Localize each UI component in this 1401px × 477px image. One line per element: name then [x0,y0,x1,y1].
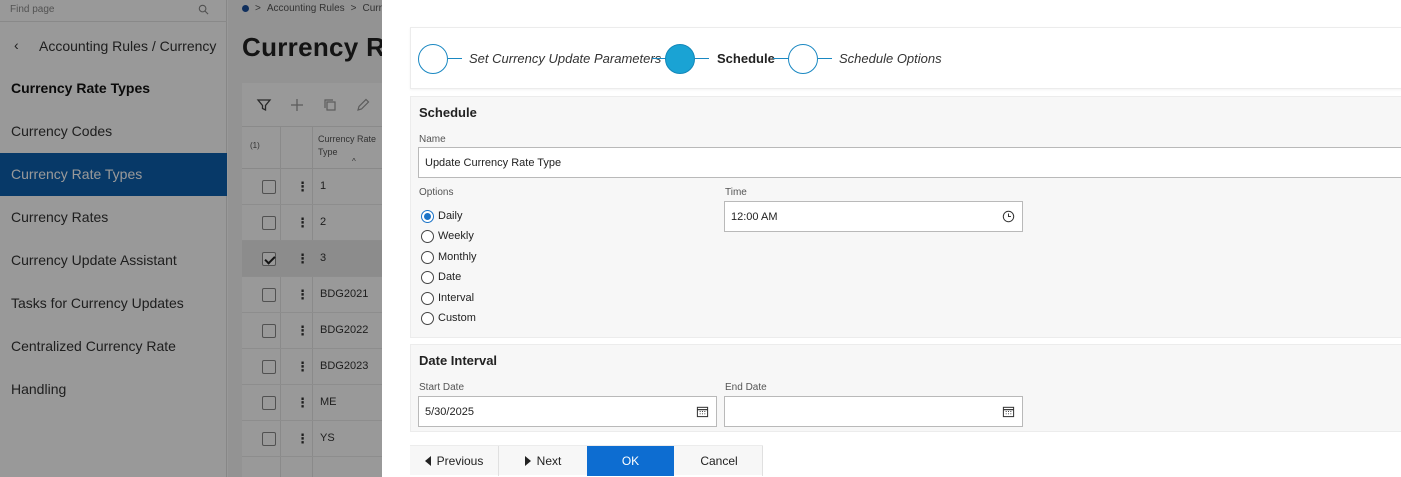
name-input[interactable] [419,148,1401,177]
name-label: Name [419,134,446,145]
time-label: Time [725,187,747,198]
options-label: Options [419,187,454,198]
ok-button[interactable]: OK [587,446,674,476]
next-label: Next [536,454,562,468]
radio-custom[interactable]: Custom [421,310,476,326]
cancel-button[interactable]: Cancel [675,446,763,476]
time-field[interactable] [724,201,1023,232]
end-date-label: End Date [725,382,767,393]
name-field[interactable] [418,147,1401,178]
radio-label: Daily [438,210,463,222]
schedule-section: Schedule Name Options Daily Weekly Month… [410,96,1401,338]
step-connector [695,58,709,59]
radio-label: Interval [438,292,475,304]
step-connector [818,58,832,59]
radio-date[interactable]: Date [421,269,461,285]
button-divider [762,446,763,476]
start-date-label: Start Date [419,382,465,393]
step-circle-set-parameters[interactable] [418,44,448,74]
schedule-dialog: Set Currency Update Parameters Schedule … [382,0,1401,477]
radio-label: Date [438,271,462,283]
calendar-icon[interactable] [1002,405,1015,418]
end-date-field[interactable] [724,396,1023,427]
date-interval-section: Date Interval Start Date End Date [410,344,1401,432]
step-connector [773,58,789,59]
previous-label: Previous [436,454,484,468]
calendar-icon[interactable] [696,405,709,418]
step-label-set-parameters[interactable]: Set Currency Update Parameters [469,51,661,66]
radio-interval[interactable]: Interval [421,290,474,306]
start-date-input[interactable] [419,397,716,426]
radio-daily[interactable]: Daily [421,208,462,224]
radio-button[interactable] [421,311,434,325]
section-title-date-interval: Date Interval [419,353,498,368]
modal-backdrop[interactable] [0,0,382,477]
step-label-schedule-options[interactable]: Schedule Options [839,51,942,66]
radio-button[interactable] [421,250,434,264]
step-circle-schedule-options[interactable] [788,44,818,74]
previous-button[interactable]: Previous [410,446,498,476]
radio-label: Monthly [438,251,477,263]
radio-button[interactable] [421,270,434,284]
step-connector [448,58,462,59]
end-date-input[interactable] [725,397,1022,426]
dialog-footer: Previous Next OK Cancel [410,445,763,476]
radio-button-selected[interactable] [421,209,434,223]
radio-button[interactable] [421,291,434,305]
clock-icon[interactable] [1002,210,1015,223]
radio-label: Weekly [438,230,474,242]
step-circle-schedule[interactable] [665,44,695,74]
time-input[interactable] [725,202,1022,231]
radio-button[interactable] [421,229,434,243]
step-connector [652,58,666,59]
section-title-schedule: Schedule [419,105,477,120]
wizard-steps: Set Currency Update Parameters Schedule … [410,27,1401,89]
next-button[interactable]: Next [499,446,587,476]
radio-monthly[interactable]: Monthly [421,249,477,265]
radio-label: Custom [438,312,476,324]
radio-weekly[interactable]: Weekly [421,228,474,244]
step-label-schedule[interactable]: Schedule [717,51,775,66]
start-date-field[interactable] [418,396,717,427]
caret-right-icon [524,456,531,466]
caret-left-icon [424,456,431,466]
